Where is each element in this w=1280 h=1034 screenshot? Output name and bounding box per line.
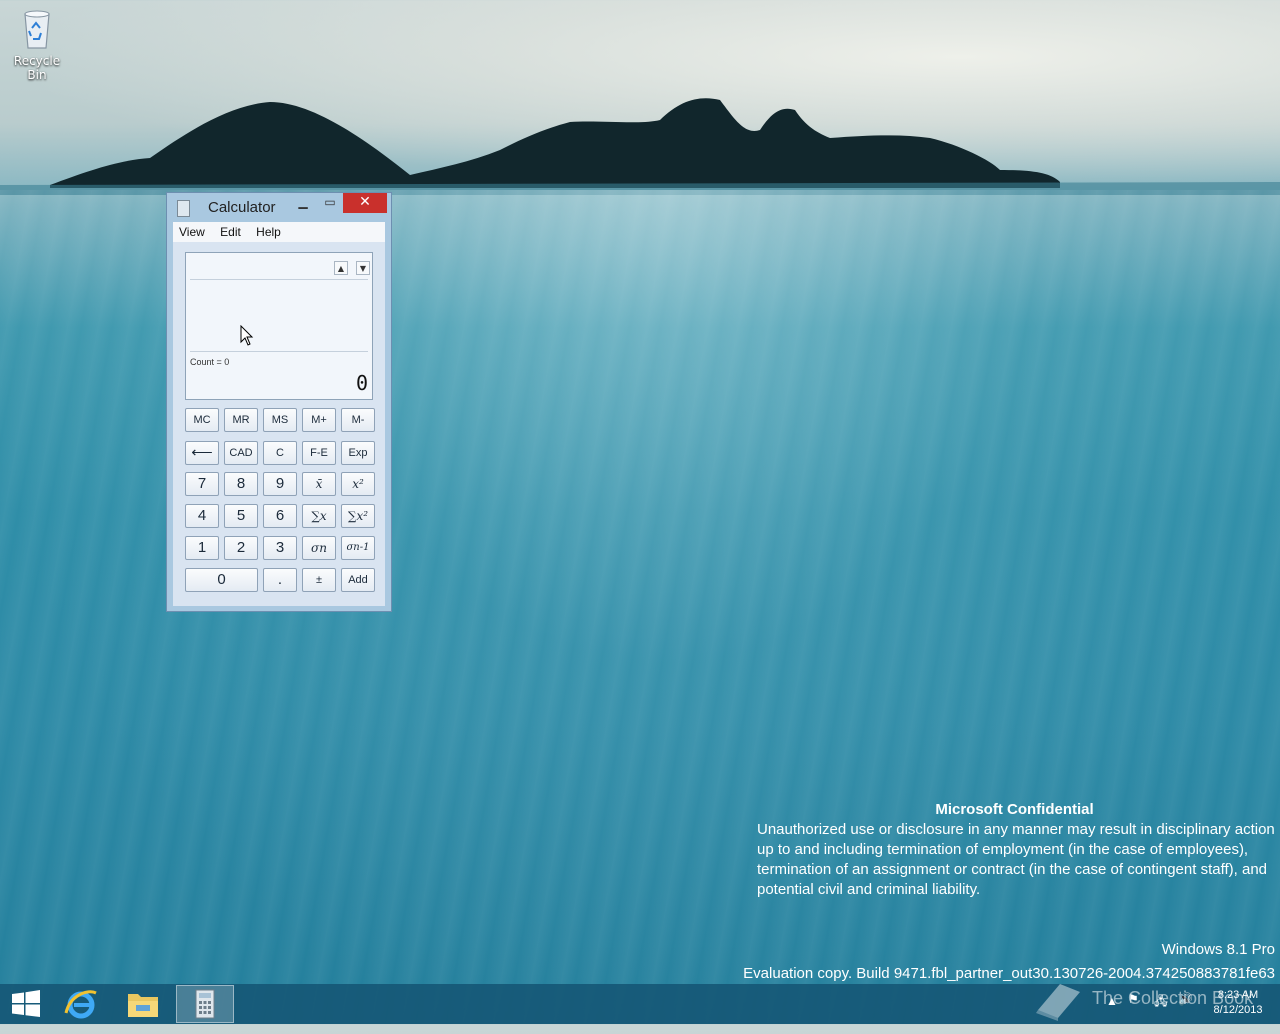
ie-icon <box>64 990 97 1019</box>
key-7[interactable]: 7 <box>185 472 219 496</box>
key-sum-squares[interactable]: ∑x² <box>341 504 375 528</box>
taskbar-internet-explorer[interactable] <box>52 985 110 1023</box>
menu-bar: View Edit Help <box>173 222 385 242</box>
key-cad[interactable]: CAD <box>224 441 258 465</box>
key-0[interactable]: 0 <box>185 568 258 592</box>
key-ms[interactable]: MS <box>263 408 297 432</box>
scroll-up-button[interactable]: ▲ <box>334 261 348 275</box>
key-std-dev-n[interactable]: σn <box>302 536 336 560</box>
key-mc[interactable]: MC <box>185 408 219 432</box>
key-4[interactable]: 4 <box>185 504 219 528</box>
windows-logo-icon <box>12 990 40 1017</box>
menu-view[interactable]: View <box>173 222 211 240</box>
key-sum[interactable]: ∑x <box>302 504 336 528</box>
mouse-cursor-icon <box>240 325 254 346</box>
menu-help[interactable]: Help <box>250 222 287 240</box>
title-bar[interactable]: Calculator ▁ ▭ ✕ <box>167 193 391 223</box>
key-5[interactable]: 5 <box>224 504 258 528</box>
start-button[interactable] <box>0 985 58 1023</box>
key-backspace[interactable]: ⟵ <box>185 441 219 465</box>
key-3[interactable]: 3 <box>263 536 297 560</box>
rock-silhouette <box>0 98 1280 195</box>
key-add[interactable]: Add <box>341 568 375 592</box>
key-decimal[interactable]: . <box>263 568 297 592</box>
scroll-down-button[interactable]: ▼ <box>356 261 370 275</box>
key-6[interactable]: 6 <box>263 504 297 528</box>
key-8[interactable]: 8 <box>224 472 258 496</box>
window-title: Calculator <box>208 199 276 216</box>
key-2[interactable]: 2 <box>224 536 258 560</box>
key-plus-minus[interactable]: ± <box>302 568 336 592</box>
maximize-button[interactable]: ▭ <box>319 193 341 213</box>
count-text: Count = 0 <box>190 357 230 367</box>
key-f-e[interactable]: F-E <box>302 441 336 465</box>
key-mean-squares[interactable]: x² <box>341 472 375 496</box>
key-exp[interactable]: Exp <box>341 441 375 465</box>
key-mean[interactable]: x̄ <box>302 472 336 496</box>
folder-icon <box>128 994 158 1017</box>
watermark: The Collection Book <box>1030 976 1280 1022</box>
key-m-minus[interactable]: M- <box>341 408 375 432</box>
minimize-button[interactable]: ▁ <box>292 193 314 213</box>
notice-heading: Microsoft Confidential <box>935 801 1094 818</box>
key-1[interactable]: 1 <box>185 536 219 560</box>
key-mr[interactable]: MR <box>224 408 258 432</box>
calculator-icon <box>195 989 215 1019</box>
windows-edition: Windows 8.1 Pro <box>1161 941 1275 958</box>
key-9[interactable]: 9 <box>263 472 297 496</box>
calculator-body: ▲ ▼ Count = 0 0 MC MR MS M+ M- ⟵ CAD C F… <box>173 242 385 606</box>
display-divider <box>190 351 368 352</box>
confidential-notice: Microsoft Confidential Unauthorized use … <box>757 800 1277 900</box>
calculator-window: Calculator ▁ ▭ ✕ View Edit Help ▲ ▼ Coun… <box>166 192 392 612</box>
calculator-display: ▲ ▼ Count = 0 0 <box>185 252 373 400</box>
watermark-text: The Collection Book <box>1092 988 1254 1008</box>
key-m-plus[interactable]: M+ <box>302 408 336 432</box>
key-c[interactable]: C <box>263 441 297 465</box>
desktop-icon-recycle-bin[interactable]: Recycle Bin <box>4 6 70 82</box>
history-bar: ▲ ▼ <box>190 257 370 280</box>
close-button[interactable]: ✕ <box>343 193 387 213</box>
desktop-icon-label: Recycle Bin <box>13 54 61 82</box>
calculator-icon <box>177 200 190 217</box>
display-value: 0 <box>355 371 368 395</box>
menu-edit[interactable]: Edit <box>214 222 247 240</box>
taskbar-calculator[interactable] <box>176 985 234 1023</box>
recycle-bin-icon <box>20 6 54 50</box>
book-icon <box>1036 984 1080 1021</box>
key-std-dev-n-minus-1[interactable]: σn-1 <box>341 536 375 560</box>
notice-body: Unauthorized use or disclosure in any ma… <box>757 821 1275 898</box>
taskbar-file-explorer[interactable] <box>114 985 172 1023</box>
